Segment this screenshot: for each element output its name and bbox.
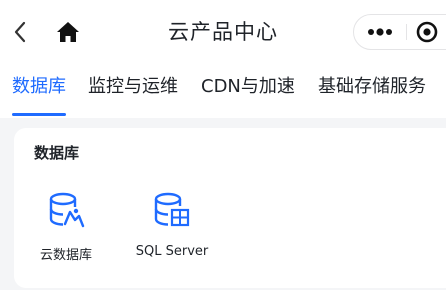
product-sql-server[interactable]: SQL Server <box>122 190 222 270</box>
cloud-database-icon <box>49 192 85 228</box>
chevron-left-icon <box>14 21 26 43</box>
target-circle-icon <box>416 21 438 43</box>
sql-server-icon <box>154 192 190 227</box>
product-label: 云数据库 <box>39 248 92 263</box>
back-button[interactable] <box>8 16 32 48</box>
top-navigation-bar: 云产品中心 <box>0 0 446 64</box>
active-tab-indicator <box>12 113 66 116</box>
close-button[interactable] <box>407 15 446 49</box>
tab-label: 基础存储服务 <box>318 76 426 97</box>
more-dots-icon <box>368 28 392 36</box>
product-cloud-database[interactable]: 云数据库 <box>16 190 116 270</box>
home-icon <box>57 22 79 42</box>
product-card: 数据库 云数据库 SQL Server <box>14 128 446 288</box>
category-tabs: 数据库 监控与运维 CDN与加速 基础存储服务 <box>0 64 446 118</box>
tab-label: CDN与加速 <box>201 76 295 97</box>
mini-program-capsule <box>353 14 446 50</box>
product-label: SQL Server <box>135 244 209 259</box>
more-button[interactable] <box>354 15 406 49</box>
tab-label: 数据库 <box>12 76 66 97</box>
section-title: 数据库 <box>34 144 80 162</box>
home-button[interactable] <box>54 18 82 46</box>
tab-cdn-acceleration[interactable]: CDN与加速 <box>201 64 295 118</box>
page: 云产品中心 数据库 监控与运维 CDN与加速 基础存储服务 数据库 云数据库 S… <box>0 0 446 290</box>
tab-database[interactable]: 数据库 <box>12 64 66 118</box>
tab-monitoring-ops[interactable]: 监控与运维 <box>88 64 178 118</box>
tab-label: 监控与运维 <box>88 76 178 97</box>
tab-basic-storage[interactable]: 基础存储服务 <box>318 64 426 118</box>
